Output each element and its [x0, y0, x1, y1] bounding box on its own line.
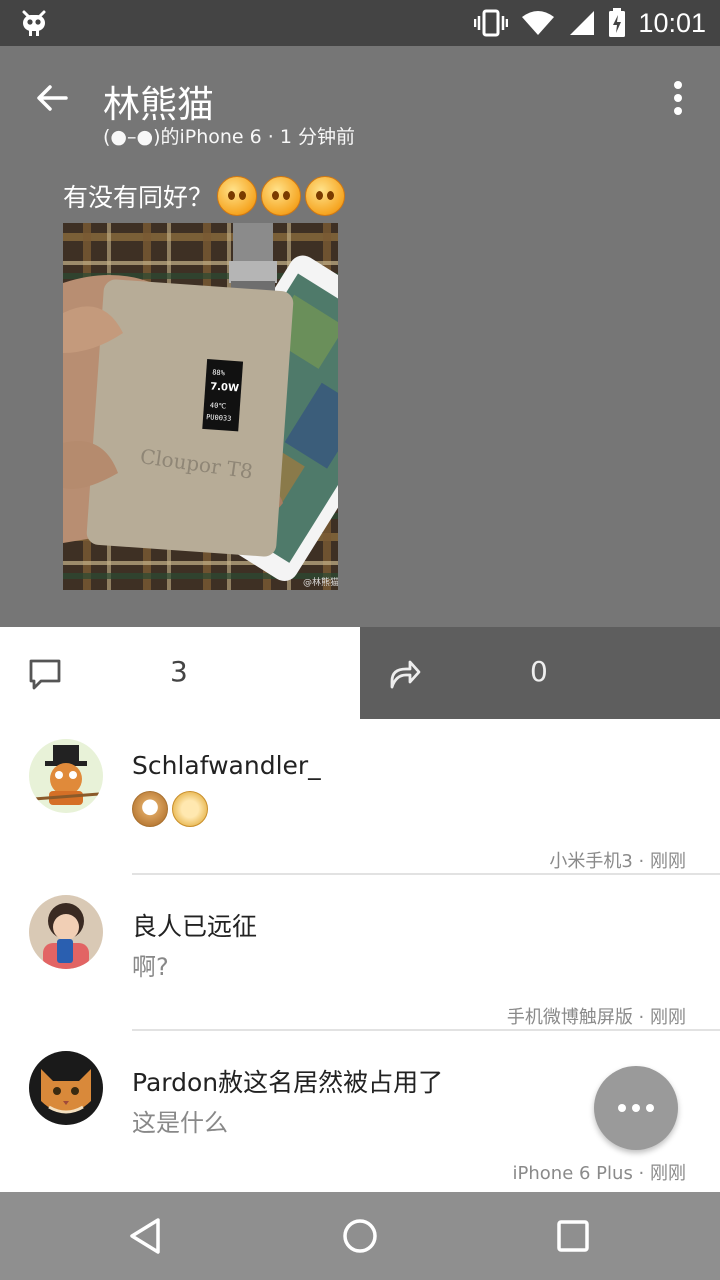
- repost-count: 0: [530, 655, 548, 688]
- comment-count: 3: [170, 655, 188, 688]
- comment-icon: [29, 659, 61, 690]
- back-nav-icon[interactable]: [122, 1212, 170, 1260]
- comment-body: 啊?: [132, 953, 169, 981]
- home-nav-icon[interactable]: [336, 1212, 384, 1260]
- status-bar: 10:01: [0, 0, 720, 46]
- post-body: 有没有同好？: [63, 183, 214, 212]
- share-icon: [390, 660, 421, 689]
- cyanogen-icon: [22, 10, 46, 36]
- arrow-back-icon[interactable]: [30, 76, 74, 120]
- comment-item[interactable]: 良人已远征 啊? 手机微博触屏版 · 刚刚: [0, 875, 720, 1031]
- post-image[interactable]: 88% 7.0W 40℃ PU0033 Cloupor T8 @林熊猫: [63, 223, 338, 590]
- svg-text:@林熊猫: @林熊猫: [303, 576, 338, 588]
- battery-charging-icon: [609, 8, 626, 37]
- comment-author[interactable]: Schlafwandler_: [132, 751, 321, 780]
- more-horiz-icon: [618, 1104, 654, 1112]
- comment-body: [132, 791, 212, 827]
- post-header: 林熊猫 (●–●)的iPhone 6 · 1 分钟前 有没有同好？ 88% 7.…: [0, 46, 720, 627]
- more-vert-icon[interactable]: [664, 80, 692, 116]
- tab-comments[interactable]: 3: [0, 627, 360, 719]
- avatar[interactable]: [29, 895, 103, 969]
- comment-body: 这是什么: [132, 1109, 228, 1137]
- action-bar: 3 0: [0, 627, 720, 719]
- clock: 10:01: [638, 7, 706, 38]
- svg-text:7.0W: 7.0W: [210, 381, 239, 394]
- blush-emoji-icon: [217, 176, 258, 216]
- more-actions-button[interactable]: [594, 1066, 678, 1150]
- system-nav-bar: [0, 1192, 720, 1280]
- comment-author[interactable]: 良人已远征: [132, 907, 257, 943]
- doge-sticker-icon: [172, 791, 208, 827]
- blush-emoji-icon: [261, 176, 302, 216]
- post-source-time: (●–●)的iPhone 6 · 1 分钟前: [103, 126, 355, 148]
- svg-text:40℃: 40℃: [210, 401, 227, 410]
- comment-meta: 手机微博触屏版 · 刚刚: [506, 1007, 686, 1028]
- svg-text:88%: 88%: [212, 368, 226, 377]
- recents-nav-icon[interactable]: [549, 1212, 597, 1260]
- blush-emoji-icon: [305, 176, 346, 216]
- author-name[interactable]: 林熊猫: [103, 74, 214, 128]
- avatar[interactable]: [29, 1051, 103, 1125]
- wifi-icon: [522, 11, 555, 35]
- comment-item[interactable]: Schlafwandler_ 小米手机3 · 刚刚: [0, 719, 720, 875]
- comment-meta: 小米手机3 · 刚刚: [549, 851, 686, 872]
- tab-reposts[interactable]: 0: [360, 627, 720, 719]
- comment-author[interactable]: Pardon赦这名居然被占用了: [132, 1063, 443, 1099]
- post-text: 有没有同好？: [63, 176, 346, 216]
- comment-meta: iPhone 6 Plus · 刚刚: [512, 1163, 686, 1184]
- cat-sticker-icon: [132, 791, 168, 827]
- avatar[interactable]: [29, 739, 103, 813]
- vibrate-icon: [474, 9, 509, 37]
- signal-icon: [570, 11, 595, 35]
